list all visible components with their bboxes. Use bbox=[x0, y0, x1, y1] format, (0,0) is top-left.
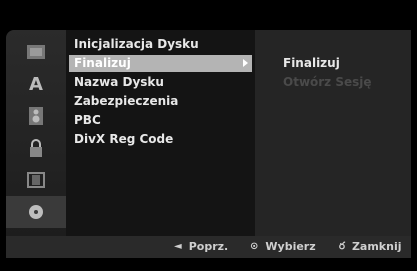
menu-item-finalizuj[interactable]: Finalizuj bbox=[69, 55, 252, 72]
language-icon: A bbox=[29, 73, 43, 95]
disc-setup-icon bbox=[27, 45, 45, 59]
dvd-setup-screen: A Inicjalizacja Dysku Finalizuj Nazwa Dy… bbox=[0, 0, 417, 271]
help-bar: ◄ Poprz. ⊙ Wybierz ర Zamknij bbox=[6, 236, 411, 258]
help-select-label: Wybierz bbox=[265, 240, 316, 253]
rail-item-audio[interactable] bbox=[6, 100, 66, 132]
submenu-arrow-icon bbox=[243, 59, 248, 67]
disc-menu: Inicjalizacja Dysku Finalizuj Nazwa Dysk… bbox=[66, 30, 255, 236]
menu-item-divx-reg-code[interactable]: DivX Reg Code bbox=[69, 131, 252, 148]
setup-category-rail: A bbox=[6, 30, 66, 236]
submenu-item-finalizuj[interactable]: Finalizuj bbox=[283, 55, 340, 72]
menu-item-pbc[interactable]: PBC bbox=[69, 112, 252, 129]
audio-speaker-icon bbox=[29, 107, 43, 125]
rail-item-record[interactable] bbox=[6, 164, 66, 196]
menu-item-inicjalizacja[interactable]: Inicjalizacja Dysku bbox=[69, 36, 252, 53]
rail-item-language[interactable]: A bbox=[6, 68, 66, 100]
menu-item-label: Finalizuj bbox=[74, 56, 131, 70]
help-close-label: Zamknij bbox=[351, 240, 402, 253]
submenu-item-otworz-sesje: Otwórz Sesję bbox=[283, 75, 372, 89]
return-icon: ర bbox=[339, 241, 345, 252]
rail-item-disc[interactable] bbox=[6, 196, 66, 228]
disc-icon bbox=[29, 205, 43, 219]
finalize-submenu: Finalizuj Otwórz Sesję bbox=[255, 30, 411, 236]
lock-icon bbox=[30, 139, 42, 157]
help-select: ⊙ Wybierz bbox=[250, 236, 316, 258]
film-record-icon bbox=[27, 172, 45, 188]
menu-item-zabezpieczenia[interactable]: Zabezpieczenia bbox=[69, 93, 252, 110]
help-close: ర Zamknij bbox=[339, 236, 402, 258]
rail-item-disc-setup[interactable] bbox=[6, 36, 66, 68]
select-button-icon: ⊙ bbox=[250, 241, 259, 252]
menu-item-nazwa-dysku[interactable]: Nazwa Dysku bbox=[69, 74, 252, 91]
left-arrow-icon: ◄ bbox=[174, 241, 182, 252]
help-back: ◄ Poprz. bbox=[174, 236, 228, 258]
help-back-label: Poprz. bbox=[188, 240, 229, 253]
rail-item-lock[interactable] bbox=[6, 132, 66, 164]
